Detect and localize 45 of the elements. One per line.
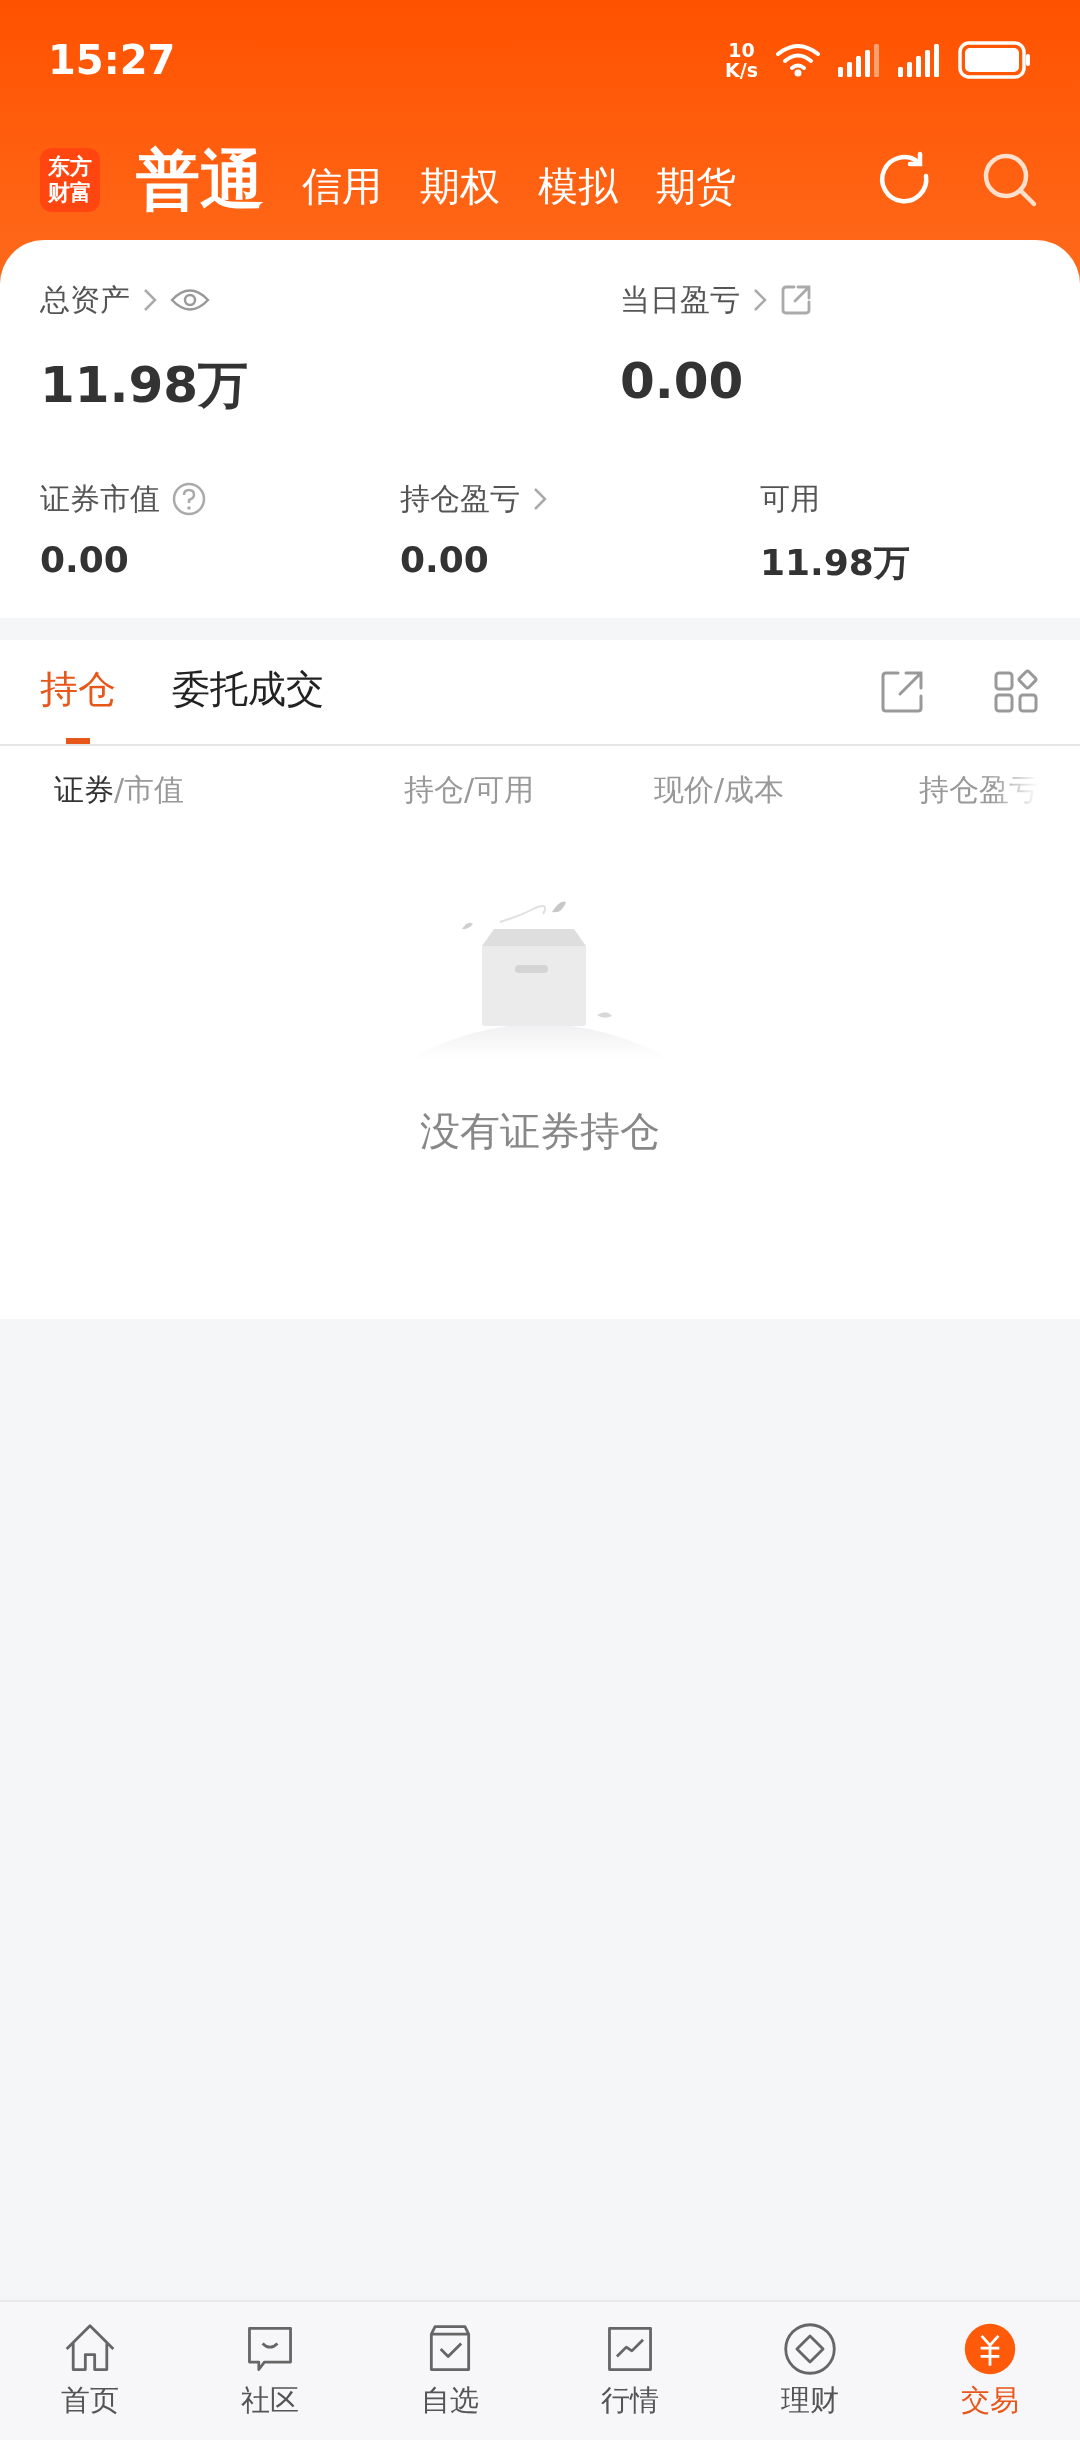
grid-icon[interactable] <box>994 669 1040 715</box>
positions-tab[interactable]: 持仓 <box>40 640 116 744</box>
column-header: 持仓/可用 <box>404 770 536 809</box>
summary-value: 11.98万 <box>760 541 910 585</box>
summary-value: 0.00 <box>620 352 745 410</box>
summary-label: 当日盈亏 <box>620 280 740 319</box>
nav-item[interactable]: 社区 <box>180 2302 360 2440</box>
eye-icon[interactable] <box>170 287 210 313</box>
share-icon[interactable] <box>780 284 812 316</box>
currency-icon <box>962 2321 1018 2377</box>
column-header: 证券/市值 <box>54 770 186 809</box>
nav-item[interactable]: 交易 <box>900 2302 1080 2440</box>
summary-value: 11.98万 <box>40 355 250 416</box>
account-tab[interactable]: 期权 <box>408 158 512 214</box>
status-time: 15:27 <box>48 37 177 83</box>
chevron-icon[interactable] <box>752 287 768 313</box>
signal-icon <box>838 43 882 77</box>
summary-label: 可用 <box>760 479 820 518</box>
summary-label: 总资产 <box>40 280 130 319</box>
positions-tab[interactable]: 委托成交 <box>172 640 324 744</box>
network-speed-unit: K/s <box>725 60 758 80</box>
account-tab[interactable]: 普通 <box>136 136 276 224</box>
nav-item[interactable]: 理财 <box>720 2302 900 2440</box>
app-logo[interactable]: 东方财富 <box>40 148 100 212</box>
wifi-icon <box>774 42 822 78</box>
nav-item[interactable]: 行情 <box>540 2302 720 2440</box>
chevron-icon[interactable] <box>532 486 548 512</box>
battery-icon <box>958 41 1032 79</box>
help-icon[interactable] <box>172 482 206 516</box>
summary-label: 证券市值 <box>40 479 160 518</box>
signal-icon <box>898 43 942 77</box>
account-tab[interactable]: 模拟 <box>526 158 630 214</box>
share-icon[interactable] <box>880 670 924 714</box>
empty-message: 没有证券持仓 <box>420 1107 660 1156</box>
summary-label: 持仓盈亏 <box>400 479 520 518</box>
network-speed: 10 <box>728 40 755 60</box>
account-tab[interactable]: 信用 <box>290 158 394 214</box>
column-header: 现价/成本 <box>654 770 786 809</box>
column-header: 持仓盈亏 <box>919 770 1039 809</box>
summary-value: 0.00 <box>400 539 490 580</box>
chevron-icon[interactable] <box>142 287 158 313</box>
account-tab[interactable]: 期货 <box>644 158 748 214</box>
nav-item[interactable]: 首页 <box>0 2302 180 2440</box>
summary-value: 0.00 <box>40 539 130 580</box>
nav-item[interactable]: 自选 <box>360 2302 540 2440</box>
